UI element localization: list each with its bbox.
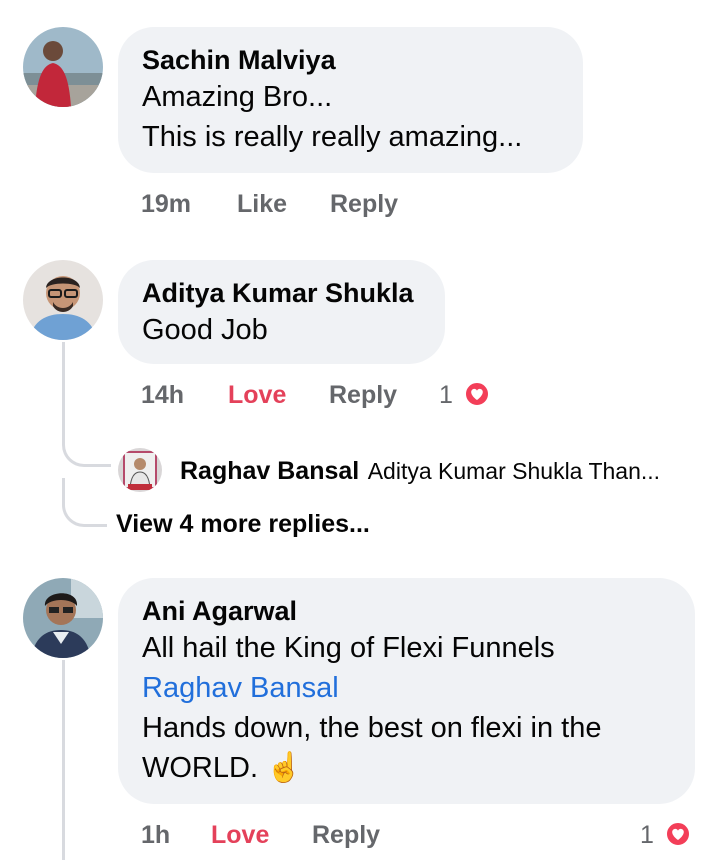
mention-link[interactable]: Raghav Bansal bbox=[142, 668, 671, 708]
comment-text-line: This is really really amazing... bbox=[142, 121, 523, 153]
comment-bubble[interactable]: Aditya Kumar Shukla Good Job bbox=[118, 260, 445, 364]
reply-preview-text: Aditya Kumar Shukla Than... bbox=[367, 458, 661, 484]
comment-text-line: Hands down, the best on flexi in the bbox=[142, 712, 602, 744]
comment-text-line: Amazing Bro... bbox=[142, 81, 333, 113]
like-button[interactable]: Like bbox=[237, 186, 287, 222]
comment-actions: 19m Like Reply bbox=[0, 186, 720, 222]
comment-text-line: WORLD. ☝️ bbox=[142, 748, 671, 788]
reply-button[interactable]: Reply bbox=[330, 186, 398, 222]
comment-author[interactable]: Ani Agarwal bbox=[142, 594, 671, 628]
avatar[interactable] bbox=[118, 448, 162, 492]
avatar[interactable] bbox=[23, 260, 103, 340]
reaction-count[interactable]: 1 bbox=[439, 377, 453, 413]
comment-bubble[interactable]: Sachin Malviya Amazing Bro... This is re… bbox=[118, 27, 583, 173]
pointing-up-emoji-icon: ☝️ bbox=[266, 752, 303, 784]
view-more-replies-link[interactable]: View 4 more replies... bbox=[116, 506, 370, 542]
comment-text-line: Good Job bbox=[142, 314, 268, 346]
comment-text-segment: WORLD. bbox=[142, 752, 267, 784]
comment-actions: 14h Love Reply 1 bbox=[0, 377, 720, 413]
comment-author[interactable]: Sachin Malviya bbox=[142, 43, 559, 77]
love-button[interactable]: Love bbox=[228, 377, 286, 413]
comment-timestamp[interactable]: 19m bbox=[141, 186, 191, 222]
reply-preview[interactable]: Raghav Bansal Aditya Kumar Shukla Than..… bbox=[180, 454, 660, 488]
reaction-count[interactable]: 1 bbox=[640, 817, 654, 853]
comment-text-line: All hail the King of Flexi Funnels bbox=[142, 632, 555, 664]
heart-icon[interactable] bbox=[463, 380, 491, 408]
comment-actions: 1h Love Reply 1 bbox=[0, 817, 720, 853]
reply-author[interactable]: Raghav Bansal bbox=[180, 457, 359, 485]
reply-button[interactable]: Reply bbox=[329, 377, 397, 413]
comment-timestamp[interactable]: 14h bbox=[141, 377, 184, 413]
comment-author[interactable]: Aditya Kumar Shukla bbox=[142, 276, 421, 310]
thread-connector bbox=[62, 478, 107, 527]
reply-button[interactable]: Reply bbox=[312, 817, 380, 853]
thread-connector bbox=[62, 428, 111, 467]
thread-line bbox=[62, 342, 65, 442]
comment-timestamp[interactable]: 1h bbox=[141, 817, 170, 853]
avatar[interactable] bbox=[23, 27, 103, 107]
heart-icon[interactable] bbox=[664, 820, 692, 848]
comment-bubble[interactable]: Ani Agarwal All hail the King of Flexi F… bbox=[118, 578, 695, 804]
avatar[interactable] bbox=[23, 578, 103, 658]
love-button[interactable]: Love bbox=[211, 817, 269, 853]
